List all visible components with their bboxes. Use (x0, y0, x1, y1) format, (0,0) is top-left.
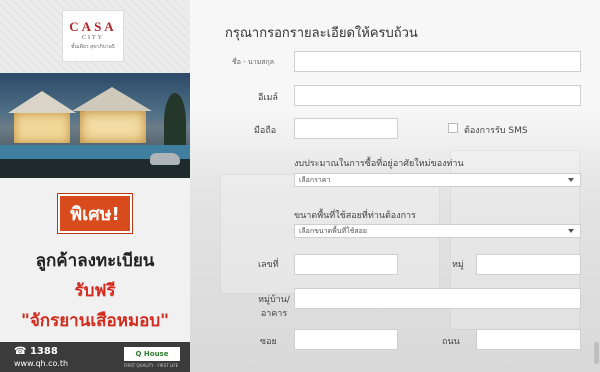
form-title: กรุณากรอกรายละเอียดให้ครบถ้วน (225, 26, 418, 41)
logo-main-text: CASA (69, 19, 117, 34)
area-selected-value: เลือกขนาดพื้นที่ใช้สอย (299, 227, 367, 235)
chevron-down-icon (568, 229, 574, 233)
moo-input[interactable] (476, 254, 581, 275)
casa-city-logo: CASA CITY ชั้นเดียว สุขาภิบาล5 (62, 10, 124, 62)
logo-tagline: ชั้นเดียว สุขาภิบาล5 (71, 44, 115, 50)
moo-label: หมู่ (452, 260, 464, 270)
village-input[interactable] (294, 288, 581, 309)
area-label: ขนาดพื้นที่ใช้สอยที่ท่านต้องการ (294, 211, 416, 221)
promo-footer: ☎ 1388 www.qh.co.th Q House FIRST QUALIT… (0, 342, 190, 372)
name-label: ชื่อ - นามสกุล (232, 58, 275, 66)
chevron-down-icon (568, 178, 574, 182)
road-label: ถนน (442, 337, 460, 347)
promo-headline: ลูกค้าลงทะเบียน (35, 251, 155, 271)
house-no-input[interactable] (294, 254, 398, 275)
phone-label: มือถือ (254, 126, 277, 136)
house-no-label: เลขที่ (258, 260, 279, 270)
road-input[interactable] (476, 329, 581, 350)
logo-sub-text: CITY (82, 35, 104, 41)
registration-form: กรุณากรอกรายละเอียดให้ครบถ้วน ชื่อ - นาม… (190, 0, 600, 372)
scrollbar-thumb[interactable] (594, 342, 599, 364)
budget-select[interactable]: เลือกราคา (294, 173, 581, 187)
email-input[interactable] (294, 85, 581, 106)
promo-banner: CASA CITY ชั้นเดียว สุขาภิบาล5 พิเศษ! ลู… (0, 0, 190, 372)
budget-label: งบประมาณในการซื้อที่อยู่อาศัยใหม่ของท่าน (294, 159, 464, 169)
budget-selected-value: เลือกราคา (299, 176, 331, 184)
phone-icon: ☎ (14, 346, 27, 357)
promo-free-text: รับฟรี (74, 281, 116, 301)
sms-label: ต้องการรับ SMS (464, 126, 528, 136)
qhouse-tagline: FIRST QUALITY · FIRST LIFE (124, 363, 179, 368)
special-badge: พิเศษ! (58, 194, 132, 233)
phone-input[interactable] (294, 118, 398, 139)
soi-input[interactable] (294, 329, 398, 350)
qhouse-logo: Q House (124, 347, 180, 361)
website-link[interactable]: www.qh.co.th (14, 359, 68, 368)
hotline-number: ☎ 1388 (14, 346, 58, 357)
promo-body: พิเศษ! ลูกค้าลงทะเบียน รับฟรี "จักรยานเส… (0, 178, 190, 342)
promo-gift-text: "จักรยานเสือหมอบ" (20, 311, 170, 331)
sms-checkbox[interactable] (448, 123, 458, 133)
village-label: หมู่บ้าน/อาคาร (258, 295, 290, 319)
name-input[interactable] (294, 51, 581, 72)
email-label: อีเมล์ (258, 93, 278, 103)
soi-label: ซอย (260, 337, 277, 347)
promo-header: CASA CITY ชั้นเดียว สุขาภิบาล5 (0, 0, 190, 73)
area-select[interactable]: เลือกขนาดพื้นที่ใช้สอย (294, 224, 581, 238)
house-photo (0, 73, 190, 178)
